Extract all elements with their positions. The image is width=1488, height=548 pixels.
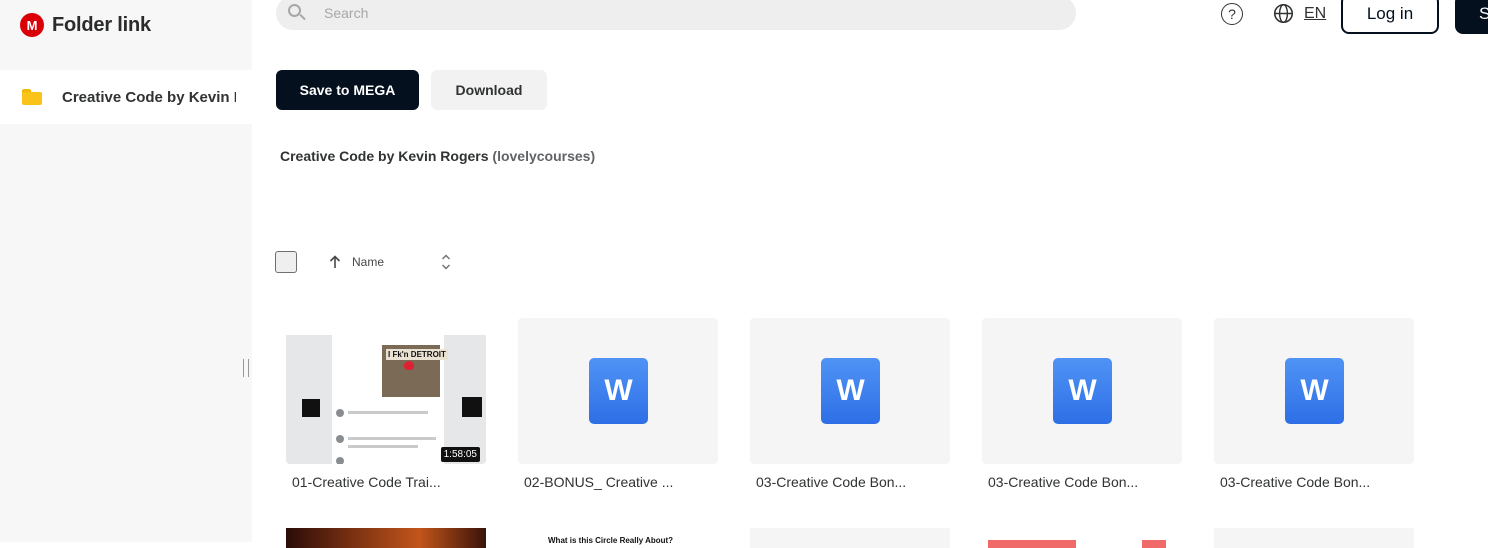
partial-thumbnail-text: What is this Circle Really About? [548,536,674,545]
language-selector[interactable]: EN [1304,5,1326,23]
login-button[interactable]: Log in [1341,0,1439,34]
file-name: 02-BONUS_ Creative ... [524,474,674,490]
word-document-icon: W [589,358,648,424]
nav-next-icon [462,397,482,417]
select-all-checkbox[interactable] [275,251,297,273]
file-thumbnail: W [750,318,950,464]
folder-icon [22,89,42,105]
file-tile-partial[interactable]: What is this Circle Really About? [518,528,718,548]
file-thumbnail: W [982,318,1182,464]
search-icon [288,4,306,22]
help-icon[interactable]: ? [1221,3,1243,25]
video-thumbnail: I Fk'n DETROIT 1:58:05 [286,318,486,464]
sort-arrow-up-icon[interactable] [329,255,341,269]
file-tile-partial[interactable] [1214,528,1414,548]
sort-toggle-icon[interactable] [440,253,452,271]
file-name: 03-Creative Code Bon... [1220,474,1371,490]
poster-text: I Fk'n DETROIT [386,349,448,360]
word-document-icon: W [1285,358,1344,424]
signup-button[interactable]: S [1455,0,1488,34]
nav-prev-icon [302,399,320,417]
file-tile[interactable]: W 03-Creative Code Bon... [750,318,950,490]
app-title: Folder link [52,13,151,36]
sidebar: M Folder link Creative Code by Kevin Rog… [0,0,252,542]
file-tile-partial[interactable] [286,528,486,548]
file-name: 01-Creative Code Trai... [292,474,441,490]
folder-name: Creative Code by Kevin Rogers [280,148,489,164]
word-document-icon: W [1053,358,1112,424]
video-duration-badge: 1:58:05 [440,447,480,462]
save-to-mega-button[interactable]: Save to MEGA [276,70,419,110]
file-tile[interactable]: W 02-BONUS_ Creative ... [518,318,718,490]
word-document-icon: W [821,358,880,424]
download-button[interactable]: Download [431,70,547,110]
file-tile-partial[interactable] [750,528,950,548]
file-tile[interactable]: W 03-Creative Code Bon... [1214,318,1414,490]
file-thumbnail: W [518,318,718,464]
mega-logo-icon: M [20,13,44,37]
sidebar-item-label: Creative Code by Kevin Rogers [62,88,236,106]
file-tile[interactable]: I Fk'n DETROIT 1:58:05 01-Creative Code … [286,318,486,490]
folder-title: Creative Code by Kevin Rogers (lovelycou… [280,148,595,164]
file-tile[interactable]: W 03-Creative Code Bon... [982,318,1182,490]
file-tile-partial[interactable] [982,528,1182,548]
globe-icon[interactable] [1273,3,1294,24]
folder-owner: (lovelycourses) [492,148,596,164]
sort-name-label[interactable]: Name [352,255,384,269]
search-input[interactable] [324,5,1024,21]
file-name: 03-Creative Code Bon... [756,474,907,490]
file-thumbnail: W [1214,318,1414,464]
search-bar[interactable] [276,0,1076,30]
sidebar-item-folder[interactable]: Creative Code by Kevin Rogers [0,70,252,124]
heart-icon [404,361,414,370]
file-name: 03-Creative Code Bon... [988,474,1139,490]
logo[interactable]: M Folder link [20,12,151,38]
sidebar-resize-handle[interactable] [243,359,249,377]
